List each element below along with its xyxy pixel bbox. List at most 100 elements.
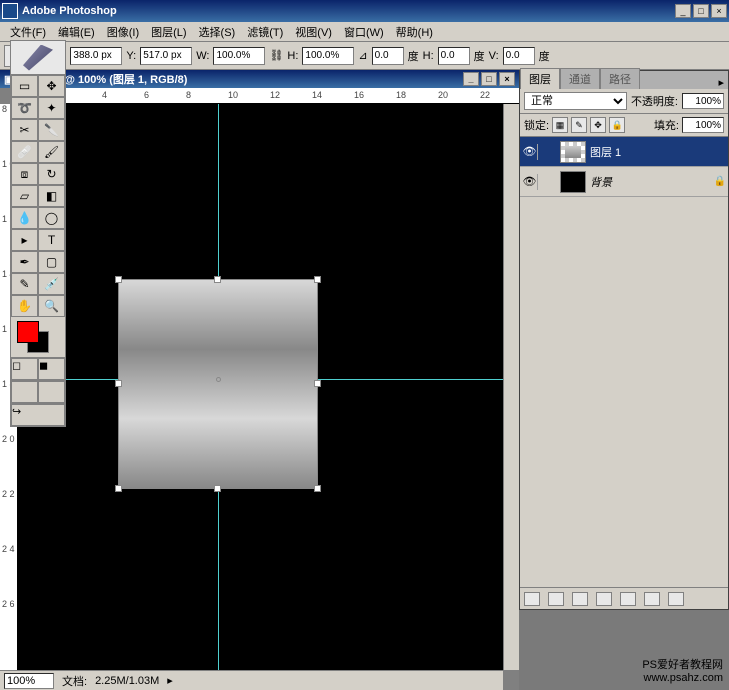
foreground-color[interactable] — [17, 321, 39, 343]
handle-mid-right[interactable] — [314, 380, 321, 387]
zoom-tool-icon[interactable]: 🔍 — [38, 295, 65, 317]
imageready-icon[interactable]: ↪ — [11, 404, 65, 426]
handle-mid-left[interactable] — [115, 380, 122, 387]
layer-row[interactable]: 👁 背景 🔒 — [520, 167, 728, 197]
menu-edit[interactable]: 编辑(E) — [52, 22, 101, 42]
canvas[interactable] — [18, 104, 503, 670]
path-selection-tool-icon[interactable]: ▸ — [11, 229, 38, 251]
history-brush-tool-icon[interactable]: ↻ — [38, 163, 65, 185]
slice-tool-icon[interactable]: 🔪 — [38, 119, 65, 141]
transform-center-icon[interactable] — [216, 377, 221, 382]
shape-tool-icon[interactable]: ▢ — [38, 251, 65, 273]
doc-maximize-button[interactable]: □ — [481, 72, 497, 86]
screen-mode-1-icon[interactable] — [11, 381, 38, 403]
pen-tool-icon[interactable]: ✒ — [11, 251, 38, 273]
handle-bot-right[interactable] — [314, 485, 321, 492]
blend-mode-select[interactable]: 正常 — [524, 92, 627, 110]
layer-mask-icon[interactable] — [572, 592, 588, 606]
tab-channels[interactable]: 通道 — [560, 68, 600, 89]
h-input[interactable] — [302, 47, 354, 65]
maximize-button[interactable]: □ — [693, 4, 709, 18]
skew-h-input[interactable] — [438, 47, 470, 65]
stamp-tool-icon[interactable]: ⧈ — [11, 163, 38, 185]
layer-style-icon[interactable] — [548, 592, 564, 606]
doc-minimize-button[interactable]: _ — [463, 72, 479, 86]
link-layers-icon[interactable] — [524, 592, 540, 606]
fill-input[interactable] — [682, 117, 724, 133]
delete-layer-icon[interactable] — [668, 592, 684, 606]
healing-brush-tool-icon[interactable]: 🩹 — [11, 141, 38, 163]
layer-name[interactable]: 背景 — [590, 174, 710, 190]
lock-position-icon[interactable]: ✥ — [590, 117, 606, 133]
menu-image[interactable]: 图像(I) — [101, 22, 145, 42]
menu-select[interactable]: 选择(S) — [193, 22, 242, 42]
menu-layer[interactable]: 图层(L) — [145, 22, 192, 42]
brush-tool-icon[interactable]: 🖌 — [38, 141, 65, 163]
x-input[interactable] — [70, 47, 122, 65]
visibility-icon[interactable]: 👁 — [522, 144, 538, 160]
handle-top-left[interactable] — [115, 276, 122, 283]
quickmask-mode-icon[interactable]: ◼ — [38, 358, 65, 380]
menu-view[interactable]: 视图(V) — [289, 22, 338, 42]
angle-icon: ⊿ — [358, 49, 367, 62]
minimize-button[interactable]: _ — [675, 4, 691, 18]
magic-wand-tool-icon[interactable]: ✦ — [38, 97, 65, 119]
eraser-tool-icon[interactable]: ▱ — [11, 185, 38, 207]
marquee-tool-icon[interactable]: ▭ — [11, 75, 38, 97]
visibility-icon[interactable]: 👁 — [522, 174, 538, 190]
status-menu-icon[interactable]: ▸ — [167, 674, 173, 687]
handle-top-mid[interactable] — [214, 276, 221, 283]
transform-selection[interactable] — [118, 279, 318, 489]
handle-bot-left[interactable] — [115, 485, 122, 492]
options-bar: ⊞ X: Y: W: ⛓ H: ⊿ 度 H: 度 V: 度 — [0, 42, 729, 70]
layer-row[interactable]: 👁 图层 1 — [520, 137, 728, 167]
w-input[interactable] — [213, 47, 265, 65]
gradient-tool-icon[interactable]: ◧ — [38, 185, 65, 207]
standard-mode-icon[interactable]: ◻ — [11, 358, 38, 380]
dodge-tool-icon[interactable]: ◯ — [38, 207, 65, 229]
link-icon[interactable]: ⛓ — [269, 49, 283, 62]
vertical-scrollbar[interactable] — [503, 104, 519, 670]
lock-pixels-icon[interactable]: ✎ — [571, 117, 587, 133]
handle-bot-mid[interactable] — [214, 485, 221, 492]
layers-panel: 图层 通道 路径 ▸ 正常 不透明度: 锁定: ▦ ✎ ✥ 🔒 填充: — [519, 70, 729, 610]
doc-size-label: 文档: — [62, 673, 87, 689]
y-input[interactable] — [140, 47, 192, 65]
angle-unit: 度 — [408, 48, 419, 64]
angle-input[interactable] — [372, 47, 404, 65]
close-button[interactable]: × — [711, 4, 727, 18]
tab-paths[interactable]: 路径 — [600, 68, 640, 89]
menu-filter[interactable]: 滤镜(T) — [241, 22, 289, 42]
horizontal-ruler[interactable]: 0246810121416182022 — [18, 88, 519, 104]
skew-v-input[interactable] — [503, 47, 535, 65]
menu-file[interactable]: 文件(F) — [4, 22, 52, 42]
notes-tool-icon[interactable]: ✎ — [11, 273, 38, 295]
zoom-value[interactable]: 100% — [4, 673, 54, 689]
menu-window[interactable]: 窗口(W) — [338, 22, 390, 42]
type-tool-icon[interactable]: T — [38, 229, 65, 251]
lock-transparency-icon[interactable]: ▦ — [552, 117, 568, 133]
screen-mode-2-icon[interactable] — [38, 381, 65, 403]
menu-help[interactable]: 帮助(H) — [390, 22, 439, 42]
eyedropper-tool-icon[interactable]: 💉 — [38, 273, 65, 295]
adjustment-layer-icon[interactable] — [620, 592, 636, 606]
panels-dock: 图层 通道 路径 ▸ 正常 不透明度: 锁定: ▦ ✎ ✥ 🔒 填充: — [519, 70, 729, 690]
handle-top-right[interactable] — [314, 276, 321, 283]
hand-tool-icon[interactable]: ✋ — [11, 295, 38, 317]
lasso-tool-icon[interactable]: ➰ — [11, 97, 38, 119]
crop-tool-icon[interactable]: ✂ — [11, 119, 38, 141]
layer-name[interactable]: 图层 1 — [590, 144, 726, 160]
tab-layers[interactable]: 图层 — [520, 68, 560, 89]
title-bar: Adobe Photoshop _ □ × — [0, 0, 729, 22]
blur-tool-icon[interactable]: 💧 — [11, 207, 38, 229]
move-tool-icon[interactable]: ✥ — [38, 75, 65, 97]
doc-close-button[interactable]: × — [499, 72, 515, 86]
new-layer-icon[interactable] — [644, 592, 660, 606]
opacity-input[interactable] — [682, 93, 724, 109]
lock-all-icon[interactable]: 🔒 — [609, 117, 625, 133]
workspace: ▣ 未标题-1 @ 100% (图层 1, RGB/8) _ □ × 02468… — [0, 70, 729, 690]
new-group-icon[interactable] — [596, 592, 612, 606]
layer-thumbnail[interactable] — [560, 141, 586, 163]
layer-thumbnail[interactable] — [560, 171, 586, 193]
panel-menu-icon[interactable]: ▸ — [714, 76, 728, 89]
